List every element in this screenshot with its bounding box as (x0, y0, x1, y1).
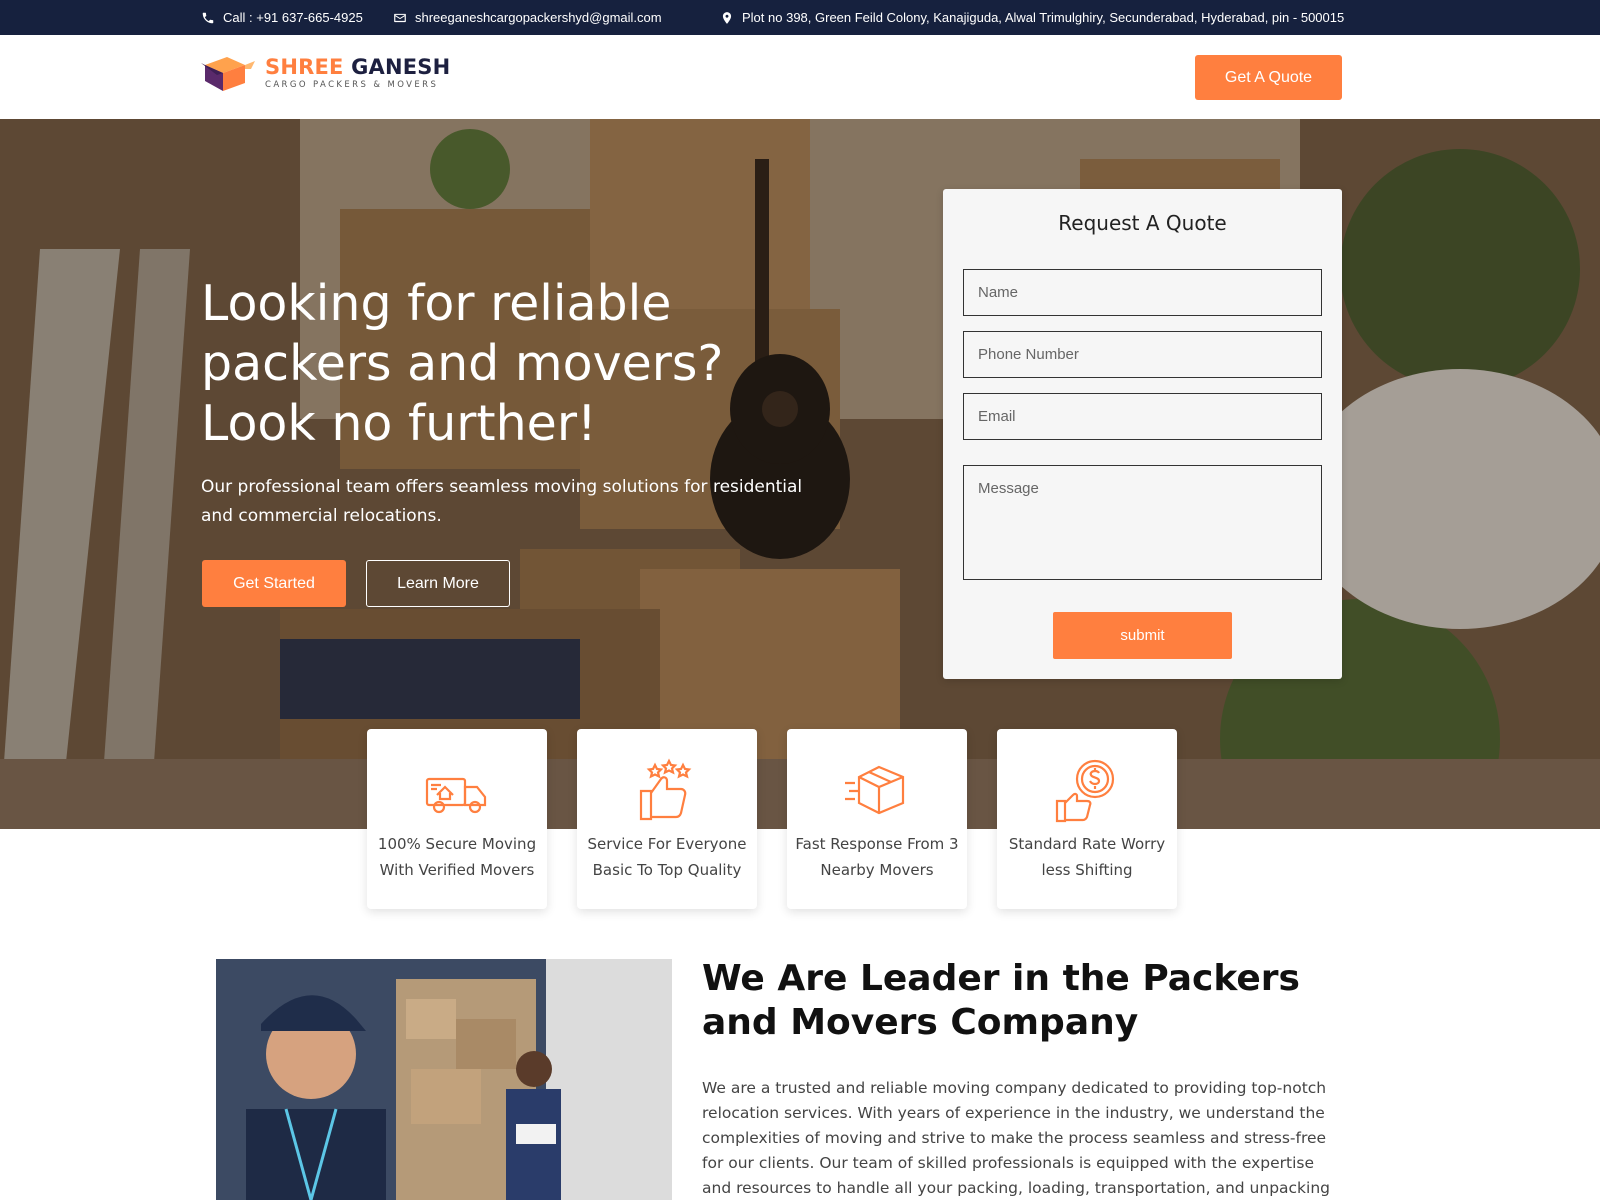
learn-more-button[interactable]: Learn More (366, 560, 510, 607)
feature-card-fast-response: Fast Response From 3 Nearby Movers (787, 729, 967, 909)
logo-word-shree: SHREE (265, 54, 344, 79)
address-text: Plot no 398, Green Feild Colony, Kanajig… (742, 10, 1345, 25)
hero-title: Looking for reliable packers and movers?… (201, 275, 724, 452)
feature-card-standard-rate: Standard Rate Worry less Shifting (997, 729, 1177, 909)
about-text: We are a trusted and reliable moving com… (702, 1079, 1330, 1197)
get-started-button[interactable]: Get Started (202, 560, 346, 607)
request-quote-form: Request A Quote submit (943, 189, 1342, 679)
feature-text: Standard Rate Worry less Shifting (1008, 835, 1166, 879)
feature-text: Service For Everyone Basic To Top Qualit… (587, 835, 747, 879)
envelope-icon (394, 13, 406, 22)
dollar-thumbs-up-icon (1055, 759, 1115, 823)
feature-card-secure-moving: 100% Secure Moving With Verified Movers (367, 729, 547, 909)
feature-card-service-everyone: Service For Everyone Basic To Top Qualit… (577, 729, 757, 909)
fast-box-icon (845, 765, 905, 815)
movers-photo (216, 959, 672, 1200)
hero-description: Our professional team offers seamless mo… (201, 477, 803, 526)
submit-button[interactable]: submit (1053, 612, 1232, 659)
feature-text: Fast Response From 3 Nearby Movers (795, 835, 959, 879)
hero-section: Looking for reliable packers and movers?… (0, 119, 1600, 829)
phone-icon (202, 12, 214, 23)
name-input[interactable] (963, 269, 1322, 316)
call-text: Call : +91 637-665-4925 (223, 10, 363, 25)
get-a-quote-button[interactable]: Get A Quote (1195, 55, 1342, 100)
about-title: We Are Leader in the Packers and Movers … (702, 958, 1300, 1043)
message-textarea[interactable] (963, 465, 1322, 580)
site-header: SHREE GANESH CARGO PACKERS & MOVERS Get … (0, 35, 1600, 119)
email-info[interactable]: shreeganeshcargopackershyd@gmail.com (393, 0, 662, 35)
map-pin-icon (722, 11, 732, 24)
call-info[interactable]: Call : +91 637-665-4925 (201, 0, 363, 35)
top-contact-bar: Call : +91 637-665-4925 shreeganeshcargo… (0, 0, 1600, 35)
email-input[interactable] (963, 393, 1322, 440)
logo-title: SHREE GANESH (265, 54, 451, 79)
site-logo[interactable]: SHREE GANESH CARGO PACKERS & MOVERS (201, 53, 450, 93)
phone-input[interactable] (963, 331, 1322, 378)
about-image (216, 959, 672, 1200)
logo-box-icon (201, 57, 255, 91)
email-text: shreeganeshcargopackershyd@gmail.com (415, 10, 662, 25)
feature-text: 100% Secure Moving With Verified Movers (377, 835, 537, 879)
thumbs-up-stars-icon (639, 758, 692, 821)
logo-subtitle: CARGO PACKERS & MOVERS (265, 79, 439, 90)
moving-truck-icon (425, 777, 487, 814)
logo-text: SHREE GANESH CARGO PACKERS & MOVERS (265, 54, 451, 90)
form-title: Request A Quote (1058, 211, 1227, 235)
address-info: Plot no 398, Green Feild Colony, Kanajig… (720, 0, 1344, 35)
logo-word-ganesh: GANESH (351, 54, 451, 79)
